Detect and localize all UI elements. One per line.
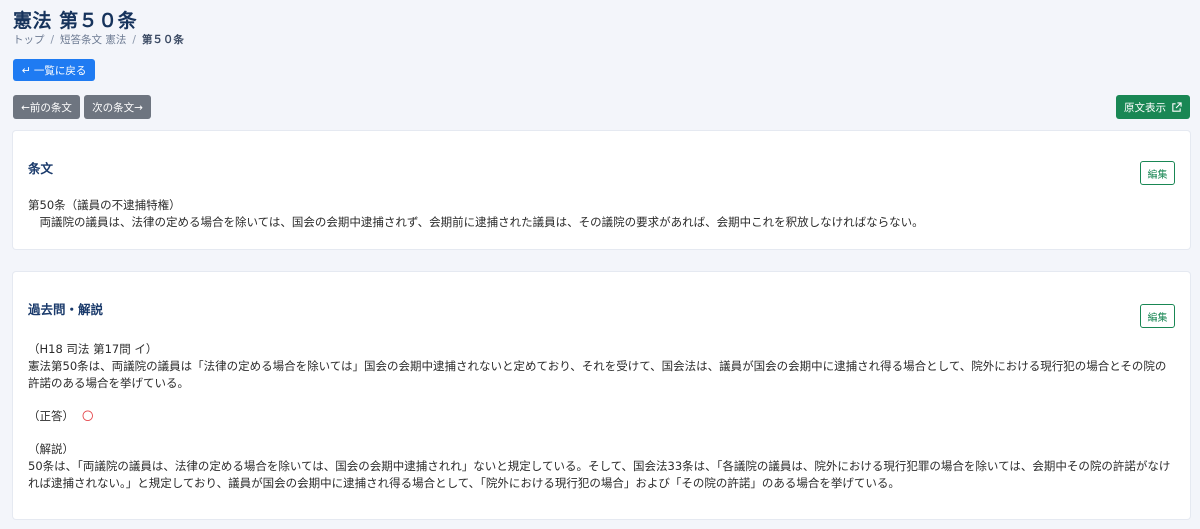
back-to-list-label: 一覧に戻る bbox=[33, 64, 87, 77]
external-link-icon bbox=[1172, 101, 1182, 112]
breadcrumb-link-category[interactable]: 短答条文 憲法 bbox=[60, 34, 126, 46]
answer-mark: 〇 bbox=[82, 409, 94, 423]
back-to-list-button[interactable]: ↵ 一覧に戻る bbox=[13, 59, 95, 81]
article-heading: 第50条（議員の不逮捕特権） bbox=[28, 198, 181, 212]
next-article-button[interactable]: 次の条文→ bbox=[84, 95, 151, 119]
prev-article-button[interactable]: ←前の条文 bbox=[13, 95, 80, 119]
show-original-button[interactable]: 原文表示 bbox=[1116, 95, 1190, 119]
page-title: 憲法 第５０条 bbox=[13, 10, 138, 32]
explanation-text: 50条は、「両議院の議員は、法律の定める場合を除いては、国会の会期中逮捕されれ」… bbox=[28, 459, 1171, 490]
edit-article-button[interactable]: 編集 bbox=[1140, 161, 1175, 185]
breadcrumb-current: 第５０条 bbox=[141, 34, 184, 46]
article-card: 条文 編集 第50条（議員の不逮捕特権） 両議院の議員は、法律の定める場合を除い… bbox=[13, 131, 1190, 249]
article-text: 両議院の議員は、法律の定める場合を除いては、国会の会期中逮捕されず、会期前に逮捕… bbox=[28, 215, 924, 229]
edit-past-questions-button[interactable]: 編集 bbox=[1140, 304, 1175, 328]
article-card-title: 条文 bbox=[28, 161, 54, 176]
breadcrumb-separator: / bbox=[132, 34, 136, 46]
question-reference: （H18 司法 第17問 イ） bbox=[28, 342, 158, 356]
past-questions-title: 過去問・解説 bbox=[28, 302, 104, 317]
explanation-label: （解説） bbox=[28, 442, 74, 456]
past-questions-body: （H18 司法 第17問 イ） 憲法第50条は、両議院の議員は「法律の定める場合… bbox=[28, 341, 1175, 492]
return-arrow-icon: ↵ bbox=[21, 63, 31, 77]
article-body: 第50条（議員の不逮捕特権） 両議院の議員は、法律の定める場合を除いては、国会の… bbox=[28, 197, 1175, 231]
answer-label: （正答） bbox=[28, 409, 74, 423]
breadcrumb-link-top[interactable]: トップ bbox=[13, 34, 45, 46]
show-original-label: 原文表示 bbox=[1124, 101, 1166, 114]
breadcrumb-separator: / bbox=[50, 34, 55, 46]
answer-line: （正答） 〇 bbox=[28, 408, 1175, 425]
breadcrumb: トップ / 短答条文 憲法 / 第５０条 bbox=[13, 32, 184, 47]
past-questions-card: 過去問・解説 編集 （H18 司法 第17問 イ） 憲法第50条は、両議院の議員… bbox=[13, 272, 1190, 519]
question-text: 憲法第50条は、両議院の議員は「法律の定める場合を除いては」国会の会期中逮捕され… bbox=[28, 359, 1167, 390]
